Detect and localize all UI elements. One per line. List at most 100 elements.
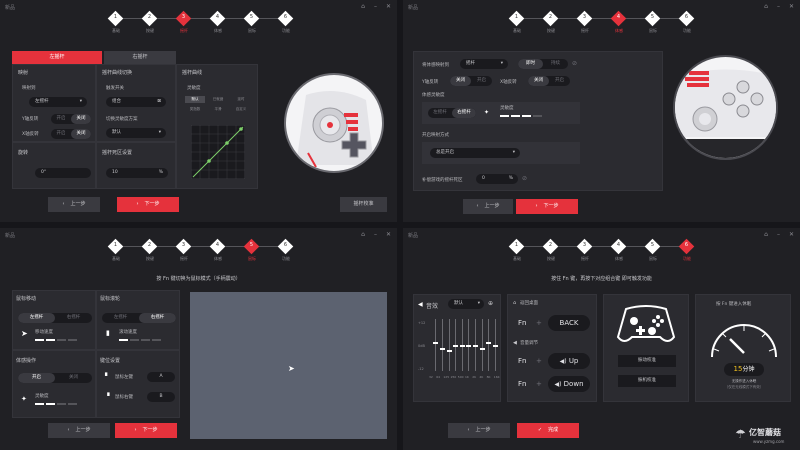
eq-freq-label: 8K (486, 375, 491, 379)
vibration-test-button[interactable]: 振动校准 (618, 355, 676, 367)
eq-preset-select[interactable]: 默认 ▾ (448, 299, 484, 309)
eq-band-knob[interactable] (439, 347, 445, 350)
close-icon[interactable]: ✕ (789, 231, 794, 238)
prev-button[interactable]: ‹ 上一步 (463, 199, 513, 214)
move-speed-bars[interactable] (35, 339, 77, 341)
map-to-select[interactable]: 左摇杆 ▾ (29, 97, 87, 107)
pin-icon[interactable]: ⌂ (361, 3, 365, 10)
finish-button[interactable]: ✓ 完成 (517, 423, 579, 438)
eq-band-slider[interactable] (486, 319, 492, 371)
rotate-input[interactable]: 0° (35, 168, 91, 178)
back-key[interactable]: BACK (548, 315, 590, 331)
step-progress: 1 基础 2 按键 3 摇杆 4 体感 5 鼠标 6 功能 (99, 10, 303, 37)
gyro-sensitivity-bars[interactable] (500, 115, 542, 117)
curve-graph[interactable] (191, 125, 245, 179)
close-icon[interactable]: ✕ (386, 231, 391, 238)
info-icon[interactable]: ⊘ (572, 60, 577, 67)
eq-band-knob[interactable] (472, 345, 478, 347)
sleep-value[interactable]: 15分钟 (724, 363, 764, 376)
right-click-key[interactable]: B (147, 392, 175, 402)
x-invert-toggle[interactable]: 开启 关闭 (51, 129, 91, 139)
eq-band-knob[interactable] (486, 342, 492, 345)
tab-left-stick[interactable]: 左摇杆 (12, 51, 102, 64)
curve-mode-ready[interactable]: 已就绪 (208, 96, 228, 103)
stick-calibrate-button[interactable]: 摇杆校准 (340, 197, 387, 212)
next-button[interactable]: › 下一步 (115, 423, 177, 438)
eq-band-slider[interactable] (492, 319, 498, 371)
eq-freq-label: 500 (457, 375, 464, 379)
eq-band-knob[interactable] (466, 345, 472, 347)
mouse-move-panel: 鼠标移动 左摇杆 右摇杆 ➤ 移动速度 (12, 290, 96, 350)
gyro-x-invert[interactable]: 关闭 开启 (528, 76, 570, 86)
gyro-panel: 将体感映射到 摇杆 ▾ 即时 持续 ⊘ Y轴反转 关闭 开启 X轴反转 关闭 开启 体感… (413, 51, 663, 191)
minimize-icon[interactable]: – (374, 3, 377, 10)
next-button[interactable]: › 下一步 (117, 197, 179, 212)
eq-band-knob[interactable] (446, 350, 452, 353)
rotate-panel: 旋转 0° (12, 142, 96, 189)
eq-band-knob[interactable] (453, 345, 459, 347)
cursor-icon: ➤ (288, 364, 295, 373)
volume-down-key[interactable]: ◀) Down (548, 376, 590, 392)
eq-band-slider[interactable] (453, 319, 459, 371)
trigger-select[interactable]: 组合 ⊠ (106, 97, 166, 107)
eq-band-slider[interactable] (466, 319, 472, 371)
key-settings-panel: 键位设置 ▘ 鼠标左键 A ▝ 鼠标右键 B (96, 350, 180, 418)
eq-band-slider[interactable] (459, 319, 465, 371)
pin-icon[interactable]: ⌂ (361, 231, 365, 238)
left-click-key[interactable]: A (147, 372, 175, 382)
eq-add-icon[interactable]: ⊕ (488, 300, 493, 307)
minimize-icon[interactable]: – (777, 231, 780, 238)
eq-band-slider[interactable] (446, 319, 452, 371)
sparkle-icon: ✦ (21, 395, 27, 403)
sleep-panel: 按 Fn 键进入休眠 15分钟 无操作进入休眠 （仅在无线模式下有效） (695, 294, 791, 402)
gyro-stick-select[interactable]: 左摇杆 右摇杆 (428, 108, 476, 118)
eq-freq-label: 16K (493, 375, 500, 379)
gyro-trigger-select[interactable]: 总是开启 ▾ (430, 148, 520, 158)
gyro-mouse-toggle[interactable]: 开启 关闭 (18, 373, 92, 383)
eq-band-slider[interactable] (439, 319, 445, 371)
gyro-mouse-sens-bars[interactable] (35, 403, 77, 405)
y-invert-toggle[interactable]: 开启 关闭 (51, 114, 91, 124)
mouse-test-area[interactable]: ➤ (190, 292, 387, 439)
eq-sliders[interactable] (432, 319, 498, 371)
eq-band-slider[interactable] (433, 319, 439, 371)
curve-mode-delay[interactable]: 延时 (231, 96, 251, 103)
curve-mode-default[interactable]: 默认 (185, 96, 205, 103)
volume-up-key[interactable]: ◀) Up (548, 353, 590, 369)
motor-calibrate-button[interactable]: 振机校准 (618, 375, 676, 387)
close-icon[interactable]: ✕ (386, 3, 391, 10)
window-stick-settings: 新品 ⌂ – ✕ 1 基础 2 按键 3 摇杆 4 体感 5 鼠标 6 功能 左摇杆 右摇杆 映… (0, 0, 397, 222)
prev-button[interactable]: ‹ 上一步 (48, 197, 100, 212)
sleep-gauge[interactable] (706, 313, 782, 361)
gyro-y-invert[interactable]: 关闭 开启 (450, 76, 492, 86)
close-icon[interactable]: ✕ (789, 3, 794, 10)
cursor-icon: ➤ (21, 329, 28, 338)
move-stick-select[interactable]: 左摇杆 右摇杆 (18, 313, 92, 323)
deadzone-input[interactable]: 10% (106, 168, 168, 178)
prev-button[interactable]: ‹ 上一步 (48, 423, 110, 438)
eq-band-knob[interactable] (459, 345, 465, 347)
eq-freq-labels: 32 64 125 250 500 1K 2K 4K 8K 16K (429, 375, 501, 381)
pin-icon[interactable]: ⌂ (764, 3, 768, 10)
eq-band-slider[interactable] (479, 319, 485, 371)
curve-mode-custom[interactable]: 自定义 (231, 106, 251, 113)
gyro-map-select[interactable]: 摇杆 ▾ (460, 59, 508, 69)
curve-mode-smooth[interactable]: 平滑 (208, 106, 228, 113)
info-icon[interactable]: ⊘ (522, 175, 527, 182)
gyro-mode-toggle[interactable]: 即时 持续 (518, 59, 568, 69)
eq-band-slider[interactable] (472, 319, 478, 371)
curve-mode-exp[interactable]: 类指数 (185, 106, 205, 113)
gyro-deadzone-input[interactable]: 0% (476, 174, 518, 184)
eq-band-knob[interactable] (433, 342, 439, 345)
next-button[interactable]: › 下一步 (516, 199, 578, 214)
prev-button[interactable]: ‹ 上一步 (448, 423, 510, 438)
tab-right-stick[interactable]: 右摇杆 (104, 51, 176, 64)
scroll-stick-select[interactable]: 左摇杆 右摇杆 (102, 313, 176, 323)
minimize-icon[interactable]: – (374, 231, 377, 238)
scheme-select[interactable]: 默认 ▾ (106, 128, 166, 138)
eq-band-knob[interactable] (479, 347, 485, 350)
pin-icon[interactable]: ⌂ (764, 231, 768, 238)
eq-band-knob[interactable] (492, 345, 498, 347)
minimize-icon[interactable]: – (777, 3, 780, 10)
scroll-speed-bars[interactable] (119, 339, 161, 341)
